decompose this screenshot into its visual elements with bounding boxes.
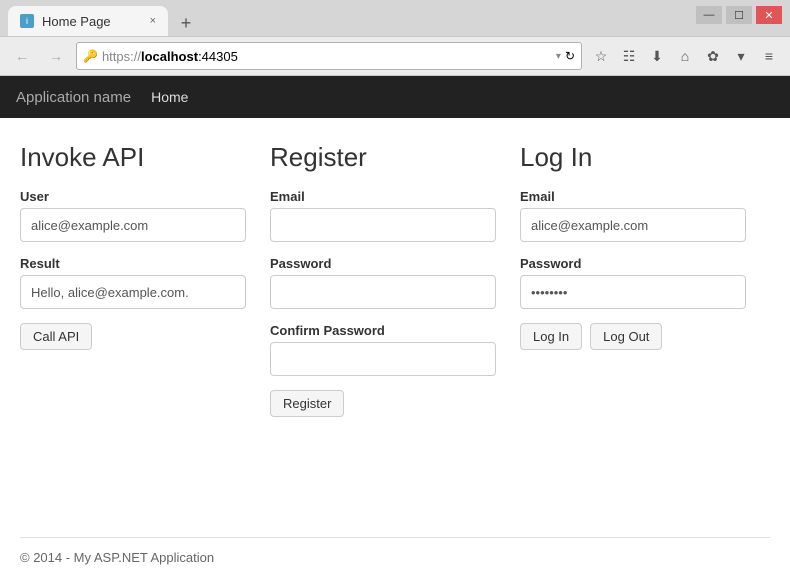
home-icon[interactable]: ⌂ xyxy=(672,43,698,69)
register-email-label: Email xyxy=(270,189,496,204)
register-password-label: Password xyxy=(270,256,496,271)
flower-icon[interactable]: ✿ xyxy=(700,43,726,69)
app-name: Application name xyxy=(16,89,131,106)
user-input[interactable] xyxy=(20,208,246,242)
login-email-field-group: Email xyxy=(520,189,746,242)
toolbar-icons: ☆ ☷ ⬇ ⌂ ✿ ▾ ≡ xyxy=(588,43,782,69)
app-navbar: Application name Home xyxy=(0,76,790,118)
minimize-button[interactable]: — xyxy=(696,6,722,24)
logout-button[interactable]: Log Out xyxy=(590,323,662,350)
footer-text: © 2014 - My ASP.NET Application xyxy=(20,550,214,565)
nav-home-link[interactable]: Home xyxy=(151,89,188,105)
login-section: Log In Email Password Log In Log Out xyxy=(520,142,770,529)
clipboard-icon[interactable]: ☷ xyxy=(616,43,642,69)
host-text: localhost xyxy=(141,49,198,64)
register-title: Register xyxy=(270,142,496,173)
tab-close-button[interactable]: × xyxy=(150,15,156,27)
login-email-label: Email xyxy=(520,189,746,204)
login-password-input[interactable] xyxy=(520,275,746,309)
login-password-field-group: Password xyxy=(520,256,746,309)
lock-icon: 🔑 xyxy=(83,49,98,63)
register-button[interactable]: Register xyxy=(270,390,344,417)
address-dropdown-icon[interactable]: ▾ xyxy=(556,51,561,62)
login-buttons-row: Log In Log Out xyxy=(520,323,746,350)
register-confirm-input[interactable] xyxy=(270,342,496,376)
register-section: Register Email Password Confirm Password… xyxy=(270,142,520,529)
address-text: https://localhost:44305 xyxy=(102,49,552,64)
back-button[interactable]: ← xyxy=(8,43,36,69)
register-email-field-group: Email xyxy=(270,189,496,242)
dropdown-icon[interactable]: ▾ xyxy=(728,43,754,69)
call-api-button[interactable]: Call API xyxy=(20,323,92,350)
forward-button[interactable]: → xyxy=(42,43,70,69)
invoke-api-title: Invoke API xyxy=(20,142,246,173)
app-container: Application name Home Invoke API User Re… xyxy=(0,76,790,585)
result-label: Result xyxy=(20,256,246,271)
port-text: :44305 xyxy=(198,49,238,64)
footer: © 2014 - My ASP.NET Application xyxy=(20,537,770,569)
new-tab-button[interactable]: + xyxy=(172,12,200,34)
refresh-icon[interactable]: ↻ xyxy=(565,49,575,63)
bookmark-icon[interactable]: ☆ xyxy=(588,43,614,69)
browser-toolbar: ← → 🔑 https://localhost:44305 ▾ ↻ ☆ ☷ ⬇ … xyxy=(0,36,790,76)
address-bar-container[interactable]: 🔑 https://localhost:44305 ▾ ↻ xyxy=(76,42,582,70)
result-value: Hello, alice@example.com. xyxy=(20,275,246,309)
login-password-label: Password xyxy=(520,256,746,271)
menu-icon[interactable]: ≡ xyxy=(756,43,782,69)
window-controls: — ☐ ✕ xyxy=(696,6,782,24)
download-icon[interactable]: ⬇ xyxy=(644,43,670,69)
user-label: User xyxy=(20,189,246,204)
invoke-api-section: Invoke API User Result Hello, alice@exam… xyxy=(20,142,270,529)
register-confirm-label: Confirm Password xyxy=(270,323,496,338)
register-password-input[interactable] xyxy=(270,275,496,309)
user-field-group: User xyxy=(20,189,246,242)
browser-tab[interactable]: i Home Page × xyxy=(8,6,168,36)
app-content: Invoke API User Result Hello, alice@exam… xyxy=(0,118,790,585)
tab-favicon-icon: i xyxy=(20,14,34,28)
tab-label: Home Page xyxy=(42,14,111,29)
login-email-input[interactable] xyxy=(520,208,746,242)
browser-window: i Home Page × + — ☐ ✕ ← → 🔑 https://loca… xyxy=(0,0,790,585)
register-confirm-field-group: Confirm Password xyxy=(270,323,496,376)
protocol-text: https:// xyxy=(102,49,141,64)
register-password-field-group: Password xyxy=(270,256,496,309)
login-title: Log In xyxy=(520,142,746,173)
maximize-button[interactable]: ☐ xyxy=(726,6,752,24)
close-button[interactable]: ✕ xyxy=(756,6,782,24)
browser-titlebar: i Home Page × + — ☐ ✕ xyxy=(0,0,790,36)
login-button[interactable]: Log In xyxy=(520,323,582,350)
sections-row: Invoke API User Result Hello, alice@exam… xyxy=(20,142,770,529)
register-email-input[interactable] xyxy=(270,208,496,242)
result-field-group: Result Hello, alice@example.com. xyxy=(20,256,246,309)
